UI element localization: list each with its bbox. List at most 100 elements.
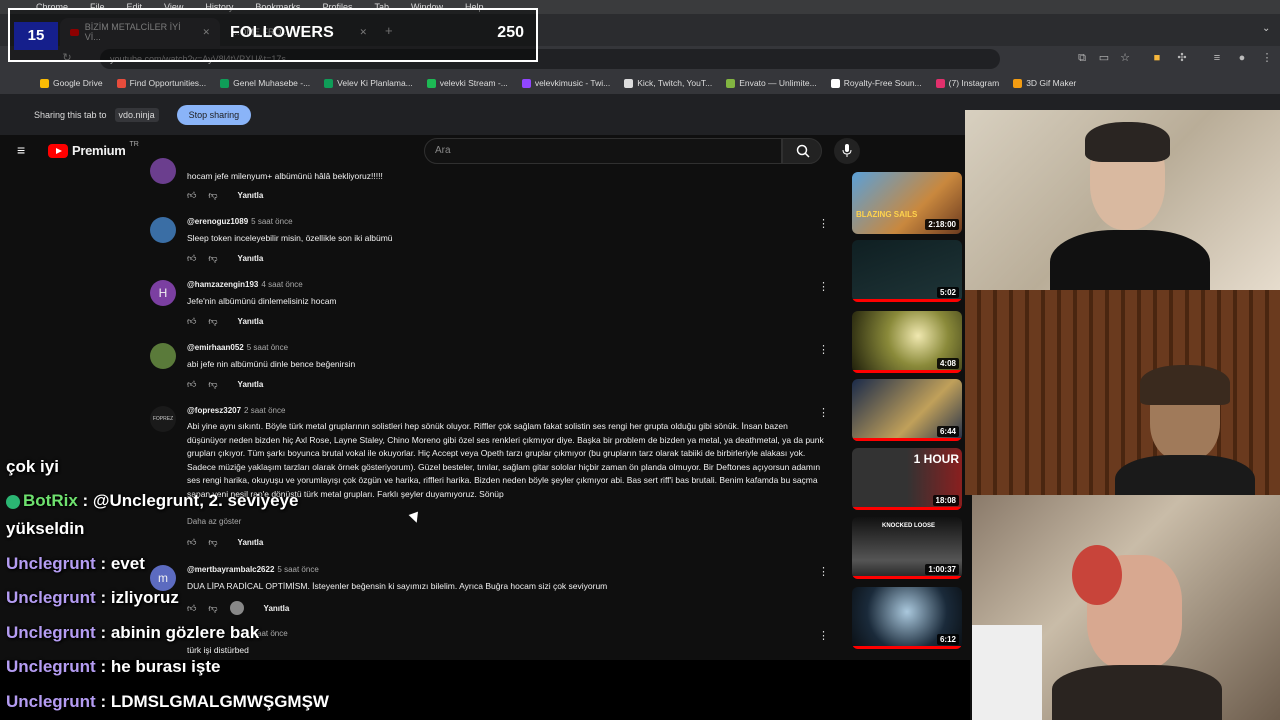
bookmark-item[interactable]: 3D Gif Maker (1013, 78, 1076, 88)
watch-progress-bar (852, 299, 962, 302)
bookmark-label: Velev Ki Planlama... (337, 78, 413, 88)
bookmark-favicon-icon (726, 78, 736, 88)
webcam-feed-2 (965, 290, 1280, 495)
comment-menu-icon[interactable]: ⋮ (818, 406, 829, 419)
like-icon[interactable]: 👍︎ (187, 379, 196, 390)
bookmark-star-icon[interactable]: ☆ (1118, 51, 1132, 65)
search-icon (796, 144, 810, 158)
cast-icon[interactable]: ▭ (1097, 51, 1111, 65)
chat-message: BotRix : @Unclegrunt, 2. seviyeye (6, 491, 298, 511)
chat-text: çok iyi (6, 457, 59, 476)
extension-icon[interactable]: ■ (1150, 51, 1164, 65)
profile-avatar-icon[interactable]: ● (1235, 51, 1249, 65)
dislike-icon[interactable]: 👎︎ (208, 253, 217, 264)
avatar[interactable] (150, 217, 176, 243)
comment-time: 5 saat önce (251, 217, 293, 226)
related-video-thumbnail[interactable]: 6:44 (852, 379, 962, 441)
chat-text: : izliyoruz (100, 588, 179, 607)
bookmark-item[interactable]: Find Opportunities... (116, 78, 207, 88)
avatar[interactable]: H (150, 280, 176, 306)
comment-menu-icon[interactable]: ⋮ (818, 343, 829, 356)
youtube-region: TR (129, 141, 139, 148)
webcam-feed-1 (965, 110, 1280, 290)
search-button[interactable] (782, 138, 822, 164)
reply-button[interactable]: Yanıtla (238, 380, 264, 389)
bookmark-item[interactable]: (7) Instagram (935, 78, 1000, 88)
webcam-feed-3 (972, 495, 1280, 720)
avatar[interactable]: FOPREZ (150, 406, 176, 432)
chat-text: : evet (100, 554, 145, 573)
voice-search-button[interactable] (834, 138, 860, 164)
like-icon[interactable]: 👍︎ (187, 316, 196, 327)
watch-progress-bar (852, 646, 962, 649)
comment-menu-icon[interactable]: ⋮ (818, 565, 829, 578)
bookmark-label: Google Drive (53, 78, 103, 88)
chat-message: Unclegrunt : abinin gözlere bak (6, 623, 259, 643)
person-hair (1140, 365, 1230, 405)
video-duration: 5:02 (936, 287, 959, 298)
comment-author[interactable]: @fopresz3207 2 saat önce (187, 406, 285, 415)
chat-message: yükseldin (6, 519, 84, 539)
comment-author[interactable]: @hamzazengin193 4 saat önce (187, 280, 303, 289)
dislike-icon[interactable]: 👎︎ (208, 379, 217, 390)
reply-button[interactable]: Yanıtla (238, 191, 264, 200)
tab-search-icon[interactable]: ⌄ (1262, 23, 1270, 34)
comment-menu-icon[interactable]: ⋮ (818, 629, 829, 642)
bookmark-item[interactable]: Royalty-Free Soun... (830, 78, 922, 88)
related-video-thumbnail[interactable]: 1 HOUR 18:08 (852, 448, 962, 510)
like-icon[interactable]: 👍︎ (187, 190, 196, 201)
reply-button[interactable]: Yanıtla (238, 254, 264, 263)
bookmark-favicon-icon (935, 78, 945, 88)
bookmark-label: Envato — Unlimite... (739, 78, 817, 88)
bookmark-item[interactable]: velevki Stream -... (426, 78, 508, 88)
youtube-logo[interactable]: Premium TR (48, 141, 139, 158)
like-icon[interactable]: 👍︎ (187, 253, 196, 264)
bookmark-item[interactable]: Google Drive (40, 78, 103, 88)
background-window (972, 625, 1042, 720)
translate-icon[interactable]: ⧉ (1075, 51, 1089, 65)
watch-progress-bar (852, 507, 962, 510)
video-duration: 4:08 (936, 358, 959, 369)
chat-username: Unclegrunt (6, 657, 96, 676)
comment-text: Sleep token inceleyebilir misin, özellik… (187, 233, 393, 243)
bookmark-item[interactable]: Velev Ki Planlama... (324, 78, 413, 88)
comment-time: 4 saat önce (261, 280, 303, 289)
puzzle-icon[interactable]: ✣ (1175, 51, 1189, 65)
comment-time: 2 saat önce (244, 406, 286, 415)
dislike-icon[interactable]: 👎︎ (208, 190, 217, 201)
bookmark-item[interactable]: velevkimusic - Twi... (521, 78, 610, 88)
bookmark-label: (7) Instagram (948, 78, 1000, 88)
watch-progress-bar (852, 370, 962, 373)
bookmark-item[interactable]: Kick, Twitch, YouT... (624, 78, 712, 88)
hamburger-menu-icon[interactable]: ≡ (17, 143, 31, 157)
bookmark-favicon-icon (40, 78, 49, 88)
related-video-thumbnail[interactable]: BLAZING SAILS 2:18:00 (852, 172, 962, 234)
related-video-thumbnail[interactable]: KNOCKED LOOSE 1:00:37 (852, 517, 962, 579)
dislike-icon[interactable]: 👎︎ (208, 316, 217, 327)
bookmark-item[interactable]: Envato — Unlimite... (726, 78, 817, 88)
comment-actions: 👍︎ 👎︎ Yanıtla (187, 190, 263, 201)
avatar[interactable] (150, 158, 176, 184)
bookmark-favicon-icon (116, 78, 126, 88)
reply-button[interactable]: Yanıtla (238, 317, 264, 326)
media-icon[interactable]: ≡ (1210, 51, 1224, 65)
bookmark-item[interactable]: Genel Muhasebe -... (220, 78, 310, 88)
comment: hocam jefe milenyum+ albümünü hâlâ bekli… (150, 158, 830, 210)
related-video-thumbnail[interactable]: 4:08 (852, 311, 962, 373)
followers-goal: 250 (497, 24, 524, 41)
stop-sharing-button[interactable]: Stop sharing (176, 104, 252, 125)
comment-author[interactable]: @erenoguz1089 5 saat önce (187, 217, 293, 226)
comment-menu-icon[interactable]: ⋮ (818, 217, 829, 230)
bookmark-label: Find Opportunities... (129, 78, 207, 88)
person-hair (1085, 122, 1170, 162)
chat-text: : @Unclegrunt, 2. seviyeye (82, 491, 299, 510)
search-input[interactable]: Ara (424, 138, 782, 164)
comment-author[interactable]: @emirhaan052 5 saat önce (187, 343, 288, 352)
kebab-menu-icon[interactable]: ⋮ (1260, 51, 1274, 65)
bookmark-label: velevki Stream -... (439, 78, 508, 88)
person-shirt (1115, 455, 1255, 495)
avatar[interactable] (150, 343, 176, 369)
related-video-thumbnail[interactable]: 6:12 (852, 587, 962, 649)
related-video-thumbnail[interactable]: 5:02 (852, 240, 962, 302)
comment-menu-icon[interactable]: ⋮ (818, 280, 829, 293)
